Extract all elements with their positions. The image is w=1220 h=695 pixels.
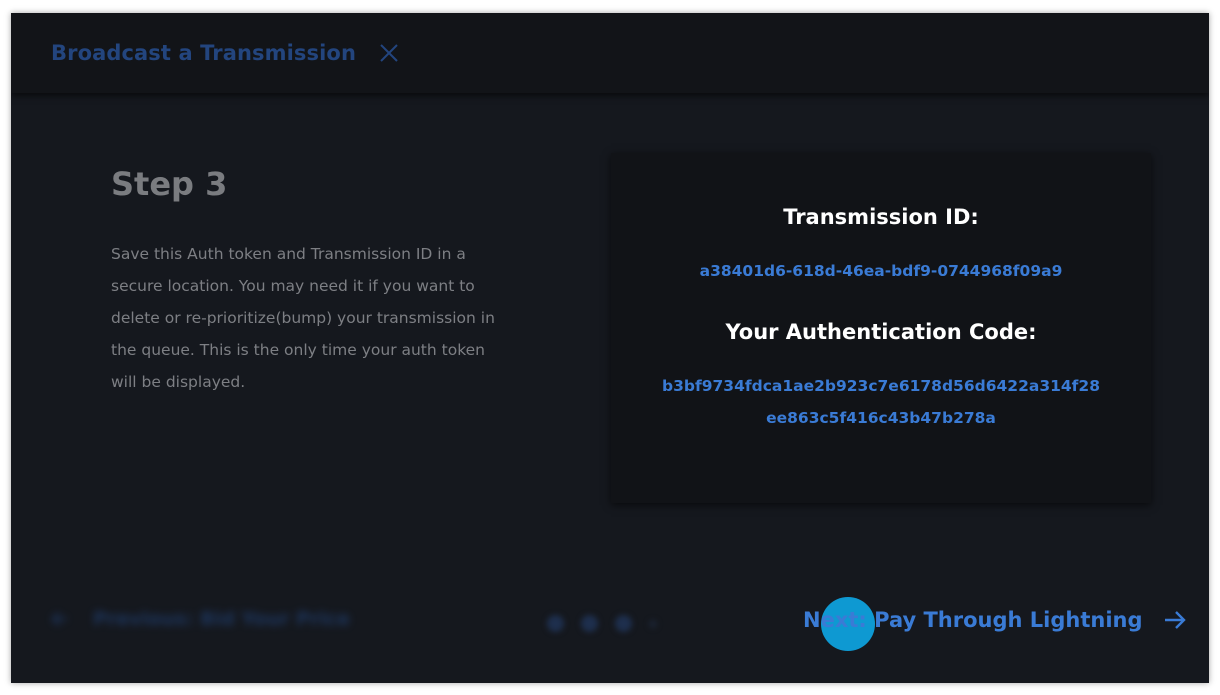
arrow-left-icon — [51, 610, 69, 628]
modal-window: Broadcast a Transmission Step 3 Save thi… — [11, 13, 1209, 683]
auth-code-label: Your Authentication Code: — [725, 320, 1037, 344]
step-dot[interactable] — [547, 615, 564, 632]
transmission-id-label: Transmission ID: — [783, 205, 979, 229]
credentials-card: Transmission ID: a38401d6-618d-46ea-bdf9… — [611, 153, 1151, 503]
previous-label: Previous: Bid Your Price — [93, 608, 350, 630]
step-description: Save this Auth token and Transmission ID… — [111, 245, 495, 391]
modal-title: Broadcast a Transmission — [51, 41, 356, 65]
close-icon — [380, 44, 398, 62]
step-dot[interactable] — [581, 615, 598, 632]
step-title: Step 3 — [111, 165, 228, 203]
step-dot[interactable] — [649, 619, 657, 628]
previous-button[interactable]: Previous: Bid Your Price — [51, 608, 350, 630]
step-indicator — [547, 615, 674, 632]
next-label: Next: Pay Through Lightning — [803, 608, 1143, 632]
auth-code-value: b3bf9734fdca1ae2b923c7e6178d56d6422a314f… — [611, 370, 1151, 434]
auth-code-line-2: ee863c5f416c43b47b278a — [766, 409, 996, 427]
arrow-right-icon — [1163, 608, 1187, 632]
modal-header: Broadcast a Transmission — [11, 13, 1209, 93]
auth-code-line-1: b3bf9734fdca1ae2b923c7e6178d56d6422a314f… — [662, 377, 1100, 395]
close-button[interactable] — [378, 42, 400, 64]
next-button[interactable]: Next: Pay Through Lightning — [803, 608, 1187, 632]
transmission-id-value: a38401d6-618d-46ea-bdf9-0744968f09a9 — [699, 262, 1063, 280]
step-dot[interactable] — [615, 615, 632, 632]
